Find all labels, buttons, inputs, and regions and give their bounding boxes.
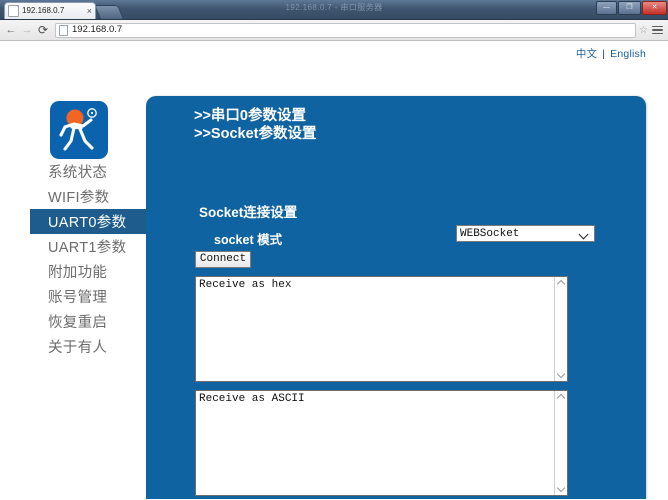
scroll-up-icon[interactable] xyxy=(557,279,565,287)
receive-ascii-scrollbar[interactable] xyxy=(554,391,567,495)
breadcrumb-line-socket: >>Socket参数设置 xyxy=(194,126,317,142)
language-link-english[interactable]: English xyxy=(610,48,646,60)
language-link-chinese[interactable]: 中文 xyxy=(576,48,597,60)
sidebar-menu: 系统状态 WIFI参数 UART0参数 UART1参数 附加功能 账号管理 恢复… xyxy=(0,159,148,359)
scroll-up-icon[interactable] xyxy=(557,393,565,401)
scroll-down-icon[interactable] xyxy=(557,485,565,493)
tab-close-icon[interactable]: × xyxy=(85,7,92,16)
menu-line xyxy=(652,25,663,28)
sidebar: 系统状态 WIFI参数 UART0参数 UART1参数 附加功能 账号管理 恢复… xyxy=(0,41,148,499)
reload-button-icon[interactable]: ⟳ xyxy=(35,23,51,37)
page-info-icon xyxy=(59,24,68,36)
sidebar-item-uart1-params[interactable]: UART1参数 xyxy=(0,234,146,259)
close-window-button[interactable]: ✕ xyxy=(642,1,667,15)
page-favicon-icon xyxy=(8,5,19,17)
sidebar-item-restore-reboot[interactable]: 恢复重启 xyxy=(0,309,146,334)
logo-graphic xyxy=(59,108,97,151)
address-bar-text: 192.168.0.7 xyxy=(72,24,123,35)
browser-navbar: ← → ⟳ 192.168.0.7 ☆ xyxy=(0,20,668,41)
address-bar[interactable]: 192.168.0.7 xyxy=(55,22,637,38)
socket-mode-label: socket 模式 xyxy=(214,233,283,247)
sidebar-item-system-status[interactable]: 系统状态 xyxy=(0,159,146,184)
sidebar-item-extra-functions[interactable]: 附加功能 xyxy=(0,259,146,284)
menu-line xyxy=(652,32,663,35)
receive-ascii-textarea[interactable]: Receive as ASCII xyxy=(195,390,568,496)
back-button-icon[interactable]: ← xyxy=(3,23,19,37)
language-switcher: 中文 | English xyxy=(576,46,646,61)
window-controls: — ❐ ✕ xyxy=(596,1,667,15)
sidebar-item-about-usr[interactable]: 关于有人 xyxy=(0,334,146,359)
connect-button[interactable]: Connect xyxy=(195,251,251,268)
browser-titlebar: 192.168.0.7 × 192.168.0.7 - 串口服务器 — ❐ ✕ xyxy=(0,0,668,20)
language-separator: | xyxy=(602,48,606,60)
socket-mode-value: WEBSocket xyxy=(460,227,520,240)
minimize-button[interactable]: — xyxy=(596,1,617,15)
scroll-down-icon[interactable] xyxy=(557,371,565,379)
receive-hex-textarea[interactable]: Receive as hex xyxy=(195,276,568,382)
breadcrumb-line-uart0: >>串口0参数设置 xyxy=(194,108,306,124)
browser-tab[interactable]: 192.168.0.7 × xyxy=(4,2,96,19)
maximize-restore-button[interactable]: ❐ xyxy=(618,1,641,15)
new-tab-button[interactable] xyxy=(93,5,125,19)
menu-line xyxy=(652,29,663,31)
sidebar-item-account-manage[interactable]: 账号管理 xyxy=(0,284,146,309)
forward-button-icon[interactable]: → xyxy=(19,23,35,37)
browser-menu-icon[interactable] xyxy=(652,25,663,35)
sidebar-item-uart0-params[interactable]: UART0参数 xyxy=(30,209,148,234)
section-title-socket-connection: Socket连接设置 xyxy=(199,205,298,220)
usr-iot-logo-icon xyxy=(50,101,108,159)
browser-window: 192.168.0.7 × 192.168.0.7 - 串口服务器 — ❐ ✕ … xyxy=(0,0,668,500)
sidebar-item-wifi-params[interactable]: WIFI参数 xyxy=(0,184,146,209)
receive-hex-scrollbar[interactable] xyxy=(554,277,567,381)
chevron-down-icon xyxy=(579,228,591,240)
breadcrumb: >>串口0参数设置 >>Socket参数设置 xyxy=(194,107,317,143)
tab-title: 192.168.0.7 xyxy=(22,6,65,15)
bookmark-star-icon[interactable]: ☆ xyxy=(639,25,648,36)
page-viewport: 中文 | English 系统状态 WIFI参数 UART0参数 UART1参数… xyxy=(0,41,668,499)
socket-mode-select[interactable]: WEBSocket xyxy=(456,225,595,242)
settings-panel: >>串口0参数设置 >>Socket参数设置 Socket连接设置 socket… xyxy=(146,96,646,499)
